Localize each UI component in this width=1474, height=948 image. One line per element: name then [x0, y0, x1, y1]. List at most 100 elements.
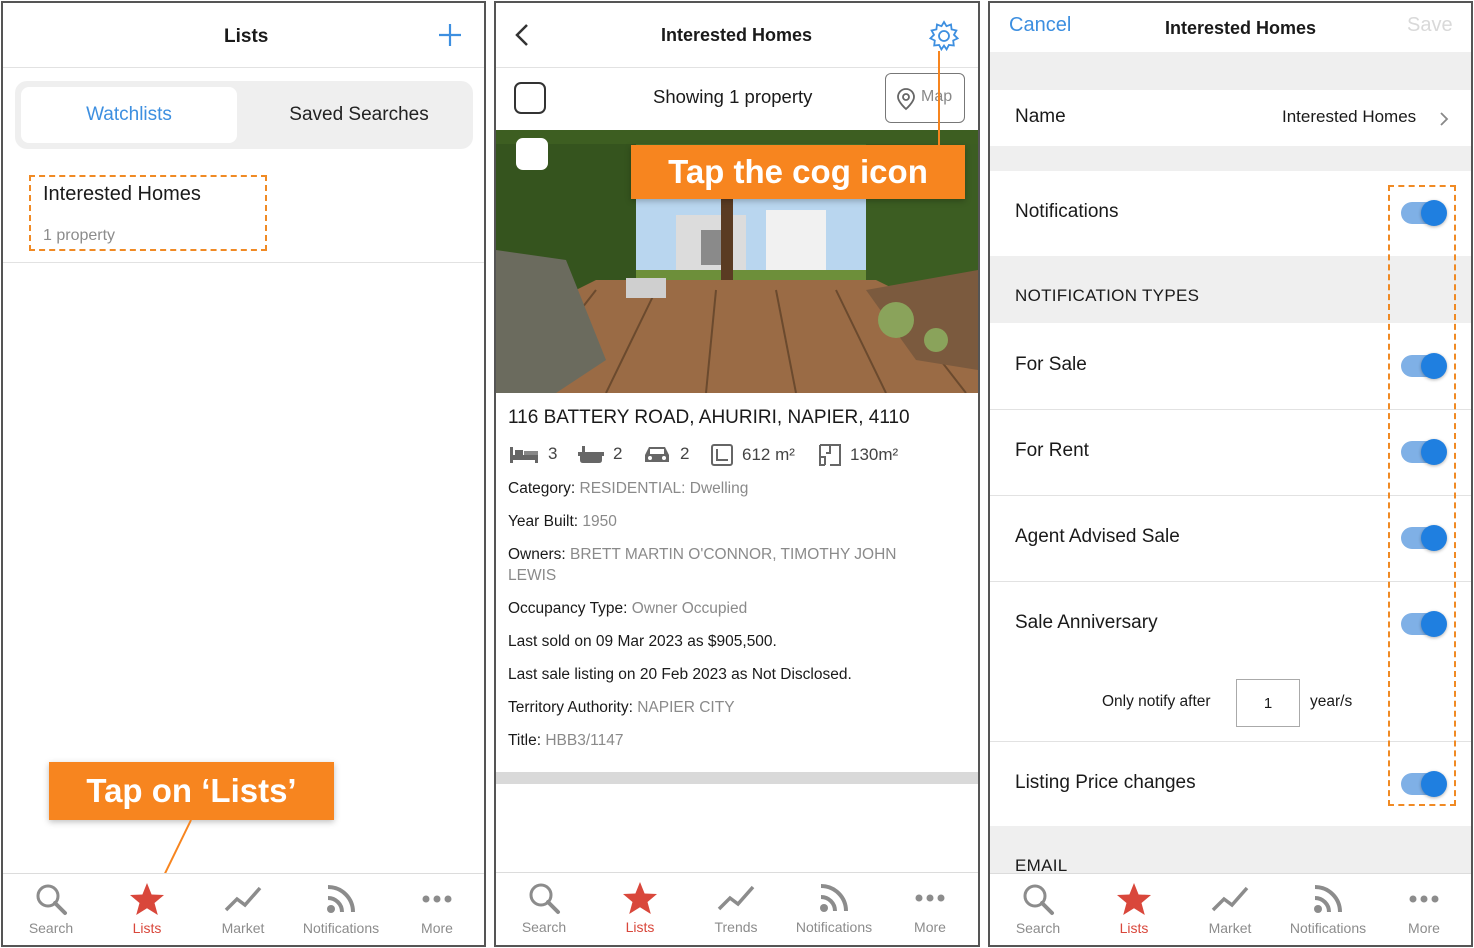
bath-icon	[578, 446, 604, 463]
tab-search[interactable]: Search	[496, 881, 592, 935]
tab-market[interactable]: Market	[1182, 882, 1278, 936]
card-divider	[496, 772, 978, 784]
tab-label: More	[1408, 920, 1440, 936]
callout-tap-cog: Tap the cog icon	[631, 145, 965, 199]
tab-label: Lists	[625, 919, 655, 935]
list-detail-screen: Interested Homes Showing 1 property Map	[494, 1, 980, 947]
only-notify-label: Only notify after	[1102, 693, 1211, 710]
toggles-highlight	[1388, 185, 1456, 806]
tab-label: More	[914, 919, 946, 935]
land-area-icon	[711, 444, 733, 466]
search-icon	[529, 883, 560, 914]
car-icon	[645, 447, 669, 462]
trend-line-icon	[1211, 886, 1249, 912]
detail-occupancy: Occupancy Type: Owner Occupied	[508, 600, 748, 617]
tab-trends[interactable]: Trends	[688, 881, 784, 935]
feature-bathrooms: 2	[577, 443, 622, 465]
segmented-control: Watchlists Saved Searches	[15, 81, 473, 149]
tab-more[interactable]: More	[882, 881, 978, 935]
detail-territory-authority: Territory Authority: NAPIER CITY	[508, 699, 735, 716]
page-title: Interested Homes	[661, 25, 813, 45]
property-address[interactable]: 116 BATTERY ROAD, AHURIRI, NAPIER, 4110	[508, 407, 910, 429]
years-unit-label: year/s	[1310, 693, 1353, 710]
list-settings-screen: Cancel Interested Homes Save Name Intere…	[988, 1, 1473, 947]
tab-label: Notifications	[302, 920, 380, 936]
more-dots-icon	[422, 895, 452, 903]
lists-screen: Lists Watchlists Saved Searches Interest…	[1, 1, 486, 947]
sale-anniversary-label: Sale Anniversary	[1015, 612, 1158, 633]
header-divider	[3, 67, 484, 68]
tab-label: Trends	[714, 919, 758, 935]
list-divider	[3, 262, 484, 263]
search-icon	[36, 884, 67, 915]
location-pin-icon	[897, 88, 915, 111]
tab-label: Notifications	[1289, 920, 1367, 936]
tab-market[interactable]: Market	[195, 882, 291, 936]
list-item-title: Interested Homes	[43, 183, 201, 205]
feature-floor-area: 130m²	[818, 443, 898, 467]
select-all-checkbox[interactable]	[514, 82, 546, 114]
detail-owners: Owners: BRETT MARTIN O'CONNOR, TIMOTHY J…	[508, 546, 897, 563]
list-item-interested-homes[interactable]: Interested Homes 1 property	[29, 175, 267, 251]
floor-plan-icon	[819, 444, 841, 466]
tab-search[interactable]: Search	[990, 882, 1086, 936]
tab-notifications[interactable]: Notifications	[293, 882, 389, 936]
name-value[interactable]: Interested Homes	[1282, 107, 1416, 127]
save-button[interactable]: Save	[1407, 14, 1453, 37]
tab-search[interactable]: Search	[3, 882, 99, 936]
callout-tap-lists: Tap on ‘Lists’	[49, 762, 334, 820]
property-select-checkbox[interactable]	[516, 138, 548, 170]
years-input[interactable]: 1	[1236, 679, 1300, 727]
carparks-count: 2	[680, 444, 690, 463]
feature-land-area: 612 m²	[710, 443, 795, 467]
tab-label: Lists	[1119, 920, 1149, 936]
tab-notifications[interactable]: Notifications	[786, 881, 882, 935]
callout-pointer-line	[938, 51, 940, 145]
tab-label: Market	[1208, 920, 1252, 936]
detail-title: Title: HBB3/1147	[508, 732, 624, 749]
tab-label: Search	[1015, 920, 1061, 936]
tab-lists[interactable]: Lists	[1086, 882, 1182, 936]
chevron-right-icon	[1440, 112, 1449, 126]
notification-types-label: NOTIFICATION TYPES	[1015, 286, 1200, 305]
list-item-subtitle: 1 property	[43, 227, 116, 244]
bedrooms-count: 3	[548, 444, 558, 463]
section-spacer	[990, 146, 1471, 171]
more-dots-icon	[915, 894, 945, 902]
bathrooms-count: 2	[613, 444, 623, 463]
page-title: Lists	[224, 26, 269, 47]
tab-bar: Search Lists Market Notifications More	[3, 873, 484, 945]
detail-last-listing: Last sale listing on 20 Feb 2023 as Not …	[508, 666, 852, 683]
segment-saved-searches[interactable]: Saved Searches	[251, 87, 467, 143]
segment-watchlists[interactable]: Watchlists	[21, 87, 237, 143]
for-sale-label: For Sale	[1015, 354, 1087, 375]
detail-category: Category: RESIDENTIAL: Dwelling	[508, 480, 749, 497]
section-spacer	[990, 52, 1471, 90]
tab-label: More	[421, 920, 453, 936]
tab-bar: Search Lists Market Notifications More	[990, 873, 1471, 945]
tab-notifications[interactable]: Notifications	[1280, 882, 1376, 936]
gear-icon[interactable]	[927, 19, 961, 53]
feature-carparks: 2	[642, 443, 689, 465]
tab-lists[interactable]: Lists	[592, 881, 688, 935]
back-chevron-icon[interactable]	[514, 23, 530, 47]
feature-bedrooms: 3	[508, 443, 557, 465]
trend-line-icon	[717, 885, 755, 911]
rss-feed-icon	[1314, 885, 1342, 913]
tab-label: Search	[28, 920, 74, 936]
tab-label: Lists	[132, 920, 162, 936]
tab-more[interactable]: More	[1376, 882, 1471, 936]
add-icon[interactable]	[438, 23, 462, 47]
star-icon	[1117, 883, 1151, 915]
tab-more[interactable]: More	[389, 882, 484, 936]
cancel-button[interactable]: Cancel	[1009, 14, 1071, 37]
trend-line-icon	[224, 886, 262, 912]
star-icon	[130, 883, 164, 915]
listing-price-changes-label: Listing Price changes	[1015, 772, 1196, 793]
tab-lists[interactable]: Lists	[99, 882, 195, 936]
map-button[interactable]: Map	[885, 73, 965, 123]
detail-owners-continued: LEWIS	[508, 567, 557, 584]
tab-label: Notifications	[795, 919, 873, 935]
tab-label: Search	[521, 919, 567, 935]
detail-year-built: Year Built: 1950	[508, 513, 617, 530]
